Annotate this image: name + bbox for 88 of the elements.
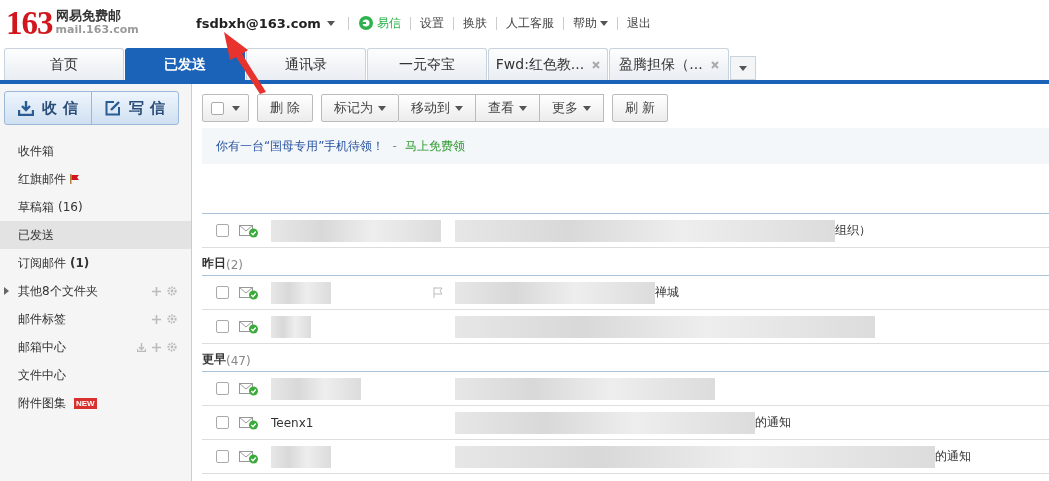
close-icon[interactable] bbox=[592, 60, 601, 69]
checkbox[interactable] bbox=[216, 382, 229, 395]
group-count: (47) bbox=[226, 354, 251, 368]
toolbar-button[interactable]: 删 除 bbox=[257, 94, 314, 122]
checkbox[interactable] bbox=[216, 416, 229, 429]
settings-icon[interactable] bbox=[167, 342, 177, 352]
promo-link[interactable]: 马上免费领 bbox=[404, 137, 465, 155]
flag-icon[interactable] bbox=[433, 287, 443, 298]
add-icon[interactable] bbox=[152, 286, 161, 296]
add-icon[interactable] bbox=[152, 342, 161, 352]
sent-mail-icon bbox=[239, 223, 259, 238]
tab-menu-button[interactable] bbox=[730, 56, 756, 80]
header-link[interactable]: 换肤 bbox=[462, 14, 487, 32]
checkbox[interactable] bbox=[216, 450, 229, 463]
sidebar-item[interactable]: 附件图集 NEW bbox=[0, 389, 191, 417]
tab[interactable]: 盈腾担保（... bbox=[609, 48, 729, 80]
select-all-dropdown[interactable] bbox=[202, 94, 249, 122]
sidebar-item[interactable]: 其他8个文件夹 bbox=[0, 277, 191, 305]
chat-bubble-icon bbox=[357, 15, 374, 31]
caret-icon bbox=[232, 105, 240, 111]
expand-arrow-icon[interactable] bbox=[4, 287, 9, 295]
mail-subject: 组织） bbox=[835, 222, 871, 239]
download-icon bbox=[18, 100, 35, 116]
sidebar-item[interactable]: 文件中心 bbox=[0, 361, 191, 389]
download-icon[interactable] bbox=[137, 342, 146, 352]
caret-icon bbox=[326, 20, 335, 26]
tab[interactable]: Fwd:红色教... bbox=[488, 48, 608, 80]
sent-mail-icon bbox=[239, 449, 259, 464]
mail-row[interactable]: 组织） bbox=[202, 214, 1049, 248]
header-link[interactable]: 帮助 bbox=[572, 14, 608, 32]
separator-text: - bbox=[392, 139, 397, 153]
annotation-arrow bbox=[224, 32, 266, 94]
edit-icon bbox=[105, 100, 122, 116]
sent-mail-icon bbox=[239, 319, 259, 334]
promo-text: 你有一台“国母专用”手机待领！ bbox=[216, 137, 385, 155]
sidebar-item[interactable]: 订阅邮件 (1) bbox=[0, 249, 191, 277]
header-link[interactable]: 人工客服 bbox=[505, 14, 554, 32]
sidebar-item[interactable]: 收件箱 bbox=[0, 137, 191, 165]
group-title: 昨日 bbox=[202, 255, 226, 272]
settings-icon[interactable] bbox=[167, 286, 177, 296]
sidebar-item[interactable]: 红旗邮件 bbox=[0, 165, 191, 193]
sidebar-item[interactable]: 邮箱中心 bbox=[0, 333, 191, 361]
redaction-blur bbox=[271, 445, 331, 468]
flag-icon bbox=[70, 174, 80, 184]
sent-mail-icon bbox=[239, 415, 259, 430]
toolbar-button[interactable]: 更多 bbox=[540, 94, 605, 122]
checkbox[interactable] bbox=[216, 286, 229, 299]
settings-icon[interactable] bbox=[167, 314, 177, 324]
mail-subject: 的通知 bbox=[935, 448, 971, 465]
tab[interactable]: 通讯录 bbox=[246, 48, 366, 80]
checkbox[interactable] bbox=[216, 224, 229, 237]
mail-subject: 的通知 bbox=[755, 414, 791, 431]
tab[interactable]: 首页 bbox=[4, 48, 124, 80]
header-link[interactable]: 设置 bbox=[419, 14, 444, 32]
tab[interactable]: 一元夺宝 bbox=[367, 48, 487, 80]
mail-sender: Teenx1 bbox=[271, 415, 314, 430]
mail-row[interactable]: 禅城 bbox=[202, 276, 1049, 310]
mail-row[interactable]: Teenx1 的通知 bbox=[202, 406, 1049, 440]
compose-button[interactable]: 收 信 bbox=[5, 92, 91, 124]
toolbar-button[interactable]: 移动到 bbox=[399, 94, 477, 122]
sidebar-item[interactable]: 已发送 bbox=[0, 221, 191, 249]
new-badge: NEW bbox=[74, 397, 97, 409]
logo-name: 网易免费邮 bbox=[55, 9, 122, 23]
redaction-blur bbox=[271, 281, 331, 304]
header-link[interactable]: 退出 bbox=[626, 14, 651, 32]
sent-mail-icon bbox=[239, 285, 259, 300]
group-title: 更早 bbox=[202, 351, 226, 368]
logo-domain: mail.163.com bbox=[55, 23, 139, 37]
toolbar-button[interactable]: 刷 新 bbox=[612, 94, 669, 122]
sidebar-item[interactable]: 草稿箱 (16) bbox=[0, 193, 191, 221]
mail-row[interactable]: 的通知 bbox=[202, 440, 1049, 474]
caret-icon bbox=[599, 20, 608, 26]
checkbox[interactable] bbox=[211, 101, 224, 115]
close-icon[interactable] bbox=[710, 60, 719, 69]
toolbar-button[interactable]: 查看 bbox=[476, 94, 541, 122]
group-count: (2) bbox=[226, 258, 243, 272]
account-menu[interactable]: fsdbxh@163.com bbox=[196, 15, 335, 31]
sidebar-item[interactable]: 邮件标签 bbox=[0, 305, 191, 333]
sent-mail-icon bbox=[239, 381, 259, 396]
tab[interactable]: 已发送 bbox=[125, 48, 245, 80]
logo-number[interactable]: 163 bbox=[6, 4, 53, 42]
compose-button[interactable]: 写 信 bbox=[91, 92, 178, 124]
redaction-blur bbox=[271, 315, 311, 338]
mail-subject: 禅城 bbox=[655, 284, 679, 301]
toolbar-button[interactable]: 标记为 bbox=[321, 94, 400, 122]
add-icon[interactable] bbox=[152, 314, 161, 324]
caret-icon bbox=[739, 65, 747, 71]
checkbox[interactable] bbox=[216, 320, 229, 333]
